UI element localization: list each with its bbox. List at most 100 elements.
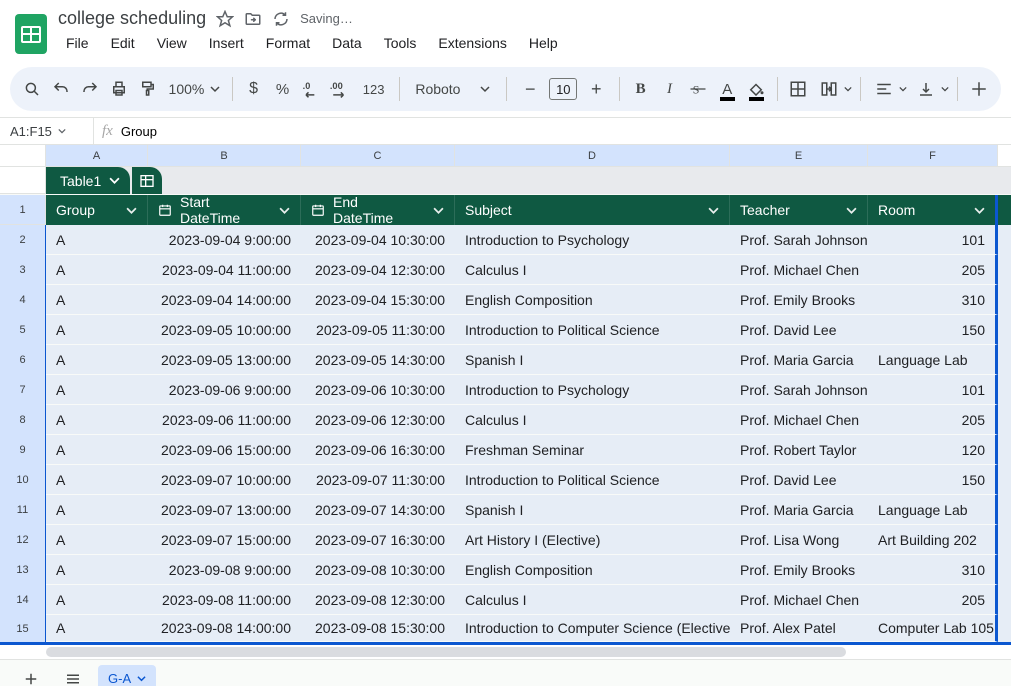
cell-start[interactable]: 2023-09-04 9:00:00 [148, 225, 301, 255]
italic-button[interactable]: I [657, 74, 682, 104]
cell-teacher[interactable]: Prof. Maria Garcia [730, 495, 868, 525]
row-header[interactable]: 6 [0, 345, 46, 375]
menu-help[interactable]: Help [521, 31, 566, 55]
cell-group[interactable]: A [46, 375, 148, 405]
all-sheets-button[interactable] [56, 664, 90, 686]
cell-group[interactable]: A [46, 555, 148, 585]
cell-start[interactable]: 2023-09-04 14:00:00 [148, 285, 301, 315]
row-header[interactable]: 11 [0, 495, 46, 525]
cell-end[interactable]: 2023-09-06 12:30:00 [301, 405, 455, 435]
cell-end[interactable]: 2023-09-04 15:30:00 [301, 285, 455, 315]
menu-edit[interactable]: Edit [103, 31, 143, 55]
row-header-1[interactable]: 1 [0, 195, 46, 225]
table-chip[interactable]: Table1 [46, 167, 130, 194]
doc-title[interactable]: college scheduling [58, 8, 206, 29]
col-header-a[interactable]: A [46, 145, 148, 166]
table-row[interactable]: 12A2023-09-07 15:00:002023-09-07 16:30:0… [0, 525, 1011, 555]
row-header[interactable]: 9 [0, 435, 46, 465]
table-row[interactable]: 5A2023-09-05 10:00:002023-09-05 11:30:00… [0, 315, 1011, 345]
add-sheet-button[interactable] [14, 664, 48, 686]
horizontal-align-button[interactable] [869, 74, 907, 104]
cell-end[interactable]: 2023-09-07 11:30:00 [301, 465, 455, 495]
col-header-d[interactable]: D [455, 145, 730, 166]
filter-group-icon[interactable] [126, 205, 137, 216]
cell-start[interactable]: 2023-09-07 10:00:00 [148, 465, 301, 495]
sheets-logo[interactable] [14, 13, 48, 55]
cell-teacher[interactable]: Prof. Michael Chen [730, 585, 868, 615]
cell-teacher[interactable]: Prof. Michael Chen [730, 255, 868, 285]
menu-view[interactable]: View [149, 31, 195, 55]
cell-room[interactable]: 150 [868, 315, 998, 345]
cell-end[interactable]: 2023-09-07 14:30:00 [301, 495, 455, 525]
currency-button[interactable]: $ [241, 74, 266, 104]
sheet-tab-active[interactable]: G-A [98, 665, 156, 686]
cell-group[interactable]: A [46, 585, 148, 615]
cell-subject[interactable]: Spanish I [455, 495, 730, 525]
cell-teacher[interactable]: Prof. Michael Chen [730, 405, 868, 435]
cloud-status-icon[interactable] [272, 10, 290, 28]
cell-start[interactable]: 2023-09-08 11:00:00 [148, 585, 301, 615]
cell-subject[interactable]: Introduction to Political Science [455, 315, 730, 345]
merge-cells-button[interactable] [814, 74, 852, 104]
row-header[interactable]: 14 [0, 585, 46, 615]
row-header[interactable]: 12 [0, 525, 46, 555]
menu-file[interactable]: File [58, 31, 97, 55]
cell-end[interactable]: 2023-09-08 15:30:00 [301, 615, 455, 642]
cell-end[interactable]: 2023-09-04 12:30:00 [301, 255, 455, 285]
cell-subject[interactable]: Calculus I [455, 255, 730, 285]
cell-group[interactable]: A [46, 225, 148, 255]
more-formats-button[interactable]: 123 [357, 74, 391, 104]
cell-room[interactable]: 101 [868, 225, 998, 255]
menu-tools[interactable]: Tools [376, 31, 425, 55]
row-header[interactable]: 2 [0, 225, 46, 255]
cell-teacher[interactable]: Prof. David Lee [730, 315, 868, 345]
cell-end[interactable]: 2023-09-06 16:30:00 [301, 435, 455, 465]
cell-subject[interactable]: English Composition [455, 555, 730, 585]
font-family-select[interactable]: Roboto [407, 81, 498, 97]
cell-group[interactable]: A [46, 465, 148, 495]
cell-group[interactable]: A [46, 315, 148, 345]
cell-end[interactable]: 2023-09-06 10:30:00 [301, 375, 455, 405]
cell-group[interactable]: A [46, 285, 148, 315]
font-size-decrease[interactable]: − [515, 74, 545, 104]
cell-start[interactable]: 2023-09-06 11:00:00 [148, 405, 301, 435]
table-row[interactable]: 13A2023-09-08 9:00:002023-09-08 10:30:00… [0, 555, 1011, 585]
cell-start[interactable]: 2023-09-05 13:00:00 [148, 345, 301, 375]
cell-room[interactable]: Language Lab [868, 495, 998, 525]
print-button[interactable] [107, 74, 132, 104]
cell-room[interactable]: 120 [868, 435, 998, 465]
overflow-menu[interactable] [966, 74, 991, 104]
paint-format-button[interactable] [136, 74, 161, 104]
filter-start-icon[interactable] [279, 205, 290, 216]
cell-start[interactable]: 2023-09-07 15:00:00 [148, 525, 301, 555]
cell-end[interactable]: 2023-09-04 10:30:00 [301, 225, 455, 255]
cell-room[interactable]: Computer Lab 105 [868, 615, 998, 642]
table-row[interactable]: 9A2023-09-06 15:00:002023-09-06 16:30:00… [0, 435, 1011, 465]
cell-room[interactable]: Art Building 202 [868, 525, 998, 555]
cell-room[interactable]: 310 [868, 555, 998, 585]
cell-teacher[interactable]: Prof. Robert Taylor [730, 435, 868, 465]
cell-start[interactable]: 2023-09-06 15:00:00 [148, 435, 301, 465]
table-row[interactable]: 4A2023-09-04 14:00:002023-09-04 15:30:00… [0, 285, 1011, 315]
vertical-align-button[interactable] [911, 74, 949, 104]
font-size-input[interactable]: 10 [549, 78, 577, 100]
cell-teacher[interactable]: Prof. Emily Brooks [730, 285, 868, 315]
cell-group[interactable]: A [46, 435, 148, 465]
cell-room[interactable]: 101 [868, 375, 998, 405]
text-color-button[interactable]: A [715, 74, 740, 104]
cell-start[interactable]: 2023-09-06 9:00:00 [148, 375, 301, 405]
cell-teacher[interactable]: Prof. Sarah Johnson [730, 375, 868, 405]
row-header[interactable]: 3 [0, 255, 46, 285]
cell-room[interactable]: 205 [868, 255, 998, 285]
table-row[interactable]: 14A2023-09-08 11:00:002023-09-08 12:30:0… [0, 585, 1011, 615]
font-size-increase[interactable]: + [581, 74, 611, 104]
cell-subject[interactable]: Calculus I [455, 585, 730, 615]
row-header[interactable]: 10 [0, 465, 46, 495]
filter-room-icon[interactable] [974, 205, 985, 216]
row-header[interactable]: 8 [0, 405, 46, 435]
select-all-corner[interactable] [0, 145, 46, 166]
decrease-decimal-button[interactable]: .0 [299, 74, 324, 104]
filter-end-icon[interactable] [433, 205, 444, 216]
cell-teacher[interactable]: Prof. Emily Brooks [730, 555, 868, 585]
horizontal-scrollbar[interactable] [0, 645, 1011, 659]
